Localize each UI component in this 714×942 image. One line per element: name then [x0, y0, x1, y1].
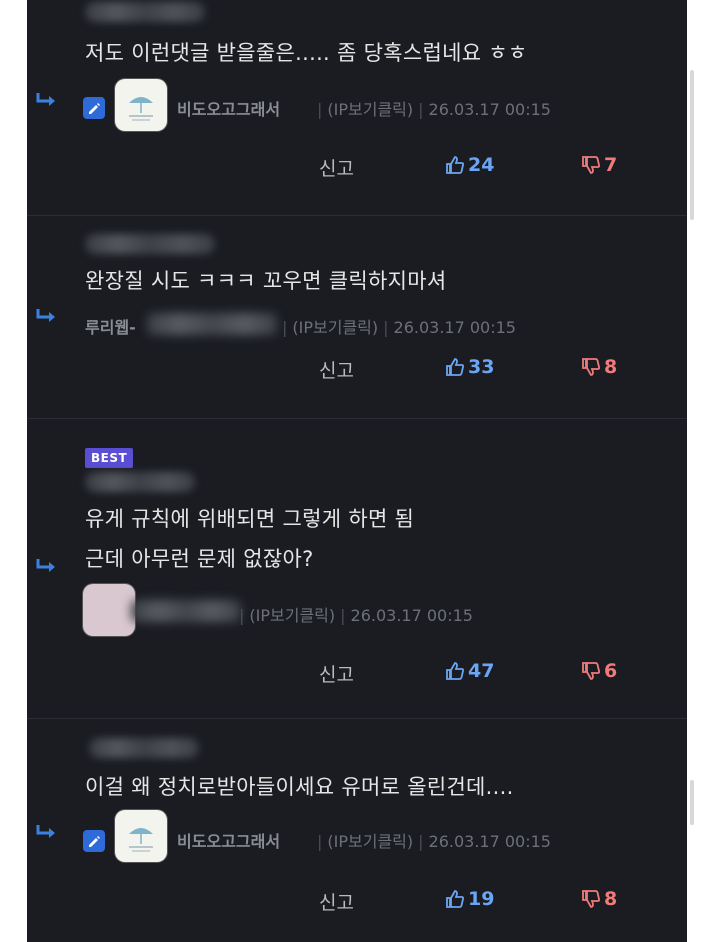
comment-text-line2: 근데 아무런 문제 없잖아?	[85, 547, 314, 571]
blurred-author	[89, 738, 199, 758]
upvote-button[interactable]: 47	[445, 660, 494, 682]
ip-view-link[interactable]: (IP보기클릭)	[249, 606, 335, 625]
divider	[27, 718, 687, 719]
downvote-count: 8	[604, 888, 618, 910]
blurred-author	[85, 2, 205, 22]
reply-arrow-icon	[36, 825, 55, 838]
timestamp: 26.03.17 00:15	[393, 318, 516, 337]
nickname[interactable]: 루리웹-	[85, 314, 136, 338]
timestamp: 26.03.17 00:15	[350, 606, 473, 625]
blurred-nickname	[131, 600, 241, 622]
report-button[interactable]: 신고	[319, 356, 354, 383]
thumbs-down-icon	[582, 662, 601, 680]
downvote-count: 8	[604, 356, 618, 378]
divider	[27, 215, 687, 216]
reply-arrow-icon	[36, 93, 55, 106]
upvote-button[interactable]: 33	[445, 356, 494, 378]
edit-icon[interactable]	[83, 97, 105, 119]
thumbs-down-icon	[582, 156, 601, 174]
blurred-author	[85, 234, 215, 254]
comment-text: 이걸 왜 정치로받아들이세요 유머로 올린건데....	[85, 775, 514, 799]
divider	[27, 418, 687, 419]
blurred-author	[85, 472, 195, 492]
avatar[interactable]	[115, 810, 167, 862]
comment-text-line1: 유게 규칙에 위배되면 그렇게 하면 됨	[85, 507, 415, 531]
downvote-button[interactable]: 8	[581, 356, 617, 378]
ip-view-link[interactable]: (IP보기클릭)	[327, 100, 413, 119]
upvote-button[interactable]: 19	[445, 888, 494, 910]
upvote-count: 47	[468, 660, 495, 682]
avatar[interactable]	[83, 584, 135, 636]
comment-meta: | (IP보기클릭) | 26.03.17 00:15	[239, 606, 473, 625]
upvote-button[interactable]: 24	[445, 154, 494, 176]
thumbs-down-icon	[582, 358, 601, 376]
comment-meta: | (IP보기클릭) | 26.03.17 00:15	[282, 318, 516, 337]
comment-text: 저도 이런댓글 받을줄은..... 좀 당혹스럽네요 ㅎㅎ	[85, 41, 528, 65]
upvote-count: 19	[468, 888, 495, 910]
downvote-button[interactable]: 6	[581, 660, 617, 682]
comment-meta: | (IP보기클릭) | 26.03.17 00:15	[317, 832, 551, 851]
scrollbar-thumb[interactable]	[690, 780, 694, 825]
thumbs-up-icon	[446, 156, 465, 174]
scrollbar-thumb[interactable]	[690, 70, 694, 220]
report-button[interactable]: 신고	[319, 660, 354, 687]
best-badge: BEST	[85, 448, 134, 468]
thumbs-up-icon	[446, 358, 465, 376]
nickname[interactable]: 비도오고그래서	[177, 96, 280, 120]
upvote-count: 24	[468, 154, 495, 176]
report-button[interactable]: 신고	[319, 154, 354, 181]
upvote-count: 33	[468, 356, 495, 378]
blurred-nickname	[147, 313, 277, 335]
reply-arrow-icon	[36, 559, 55, 572]
downvote-button[interactable]: 8	[581, 888, 617, 910]
edit-icon[interactable]	[83, 830, 105, 852]
thumbs-down-icon	[582, 890, 601, 908]
report-button[interactable]: 신고	[319, 888, 354, 915]
downvote-count: 7	[604, 154, 618, 176]
avatar[interactable]	[115, 79, 167, 131]
comment-text: 완장질 시도 ㅋㅋㅋ 꼬우면 클릭하지마셔	[85, 269, 447, 293]
downvote-count: 6	[604, 660, 618, 682]
thumbs-up-icon	[446, 662, 465, 680]
comment-list: 저도 이런댓글 받을줄은..... 좀 당혹스럽네요 ㅎㅎ 비도오고그래서 |(…	[27, 0, 687, 942]
reply-arrow-icon	[36, 309, 55, 322]
ip-view-link[interactable]: (IP보기클릭)	[327, 832, 413, 851]
downvote-button[interactable]: 7	[581, 154, 617, 176]
thumbs-up-icon	[446, 890, 465, 908]
timestamp: 26.03.17 00:15	[428, 832, 551, 851]
timestamp: 26.03.17 00:15	[428, 100, 551, 119]
nickname[interactable]: 비도오고그래서	[177, 828, 280, 852]
ip-view-link[interactable]: (IP보기클릭)	[292, 318, 378, 337]
comment-meta: | (IP보기클릭) | 26.03.17 00:15	[317, 100, 551, 119]
